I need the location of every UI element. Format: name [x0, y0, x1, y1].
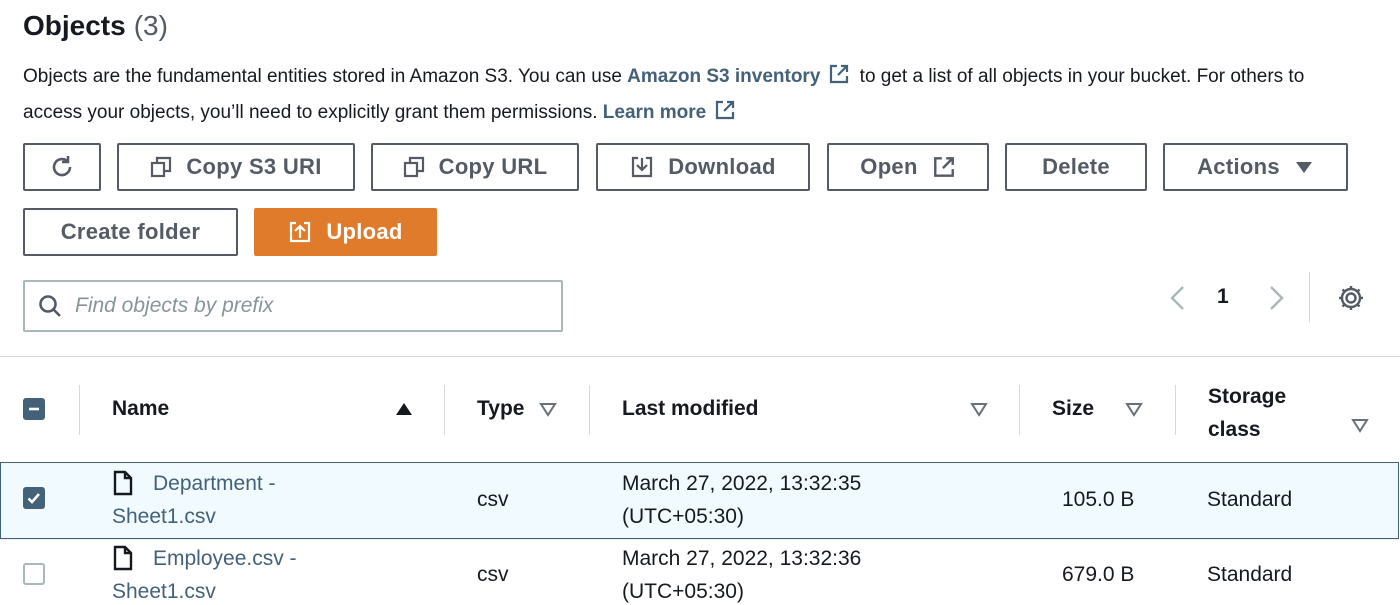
row-checkbox[interactable]	[23, 563, 45, 585]
column-divider	[1019, 385, 1020, 435]
object-last-modified: March 27, 2022, 13:32:36	[622, 547, 862, 570]
create-folder-button[interactable]: Create folder	[23, 208, 238, 256]
object-name-link[interactable]: Department -	[153, 467, 276, 500]
column-header-size[interactable]: Size	[1052, 397, 1094, 421]
actions-dropdown[interactable]: Actions	[1163, 143, 1348, 191]
copy-url-label: Copy URL	[438, 154, 548, 179]
caret-down-icon	[1294, 159, 1314, 175]
sort-icon[interactable]	[970, 401, 988, 417]
object-type: csv	[477, 488, 509, 511]
search-input[interactable]	[75, 294, 515, 318]
sort-icon[interactable]	[1351, 417, 1369, 433]
column-divider	[1175, 385, 1176, 435]
column-divider	[589, 385, 590, 435]
sort-icon[interactable]	[539, 401, 557, 417]
select-all-checkbox[interactable]	[23, 398, 45, 420]
description-text-1: Objects are the fundamental entities sto…	[23, 66, 622, 87]
object-storage-class: Standard	[1207, 563, 1293, 586]
actions-label: Actions	[1197, 154, 1280, 179]
copy-s3-uri-label: Copy S3 URI	[186, 154, 322, 179]
upload-label: Upload	[326, 219, 403, 244]
table-top-divider	[0, 356, 1400, 357]
sort-icon[interactable]	[1125, 401, 1143, 417]
download-icon	[630, 155, 654, 179]
copy-icon	[150, 156, 172, 178]
delete-label: Delete	[1042, 154, 1110, 179]
external-link-icon[interactable]	[714, 99, 736, 132]
object-count: (3)	[133, 10, 168, 41]
object-last-modified: March 27, 2022, 13:32:35	[622, 472, 862, 495]
external-link-icon[interactable]	[828, 63, 850, 96]
copy-icon	[403, 156, 425, 178]
download-button[interactable]: Download	[596, 143, 810, 191]
gear-icon[interactable]	[1336, 283, 1366, 313]
open-button[interactable]: Open	[827, 143, 989, 191]
refresh-icon	[48, 153, 76, 181]
upload-icon	[288, 220, 312, 244]
column-divider	[79, 385, 80, 435]
object-timezone: (UTC+05:30)	[622, 505, 744, 528]
file-icon	[112, 545, 134, 571]
storage-class-label-line1: Storage	[1208, 385, 1287, 408]
page-title: Objects	[23, 10, 126, 41]
object-size: 679.0 B	[1062, 563, 1135, 586]
copy-url-button[interactable]: Copy URL	[371, 143, 579, 191]
current-page[interactable]: 1	[1217, 285, 1229, 309]
object-size: 105.0 B	[1062, 488, 1135, 511]
object-name-link[interactable]: Employee.csv -	[153, 542, 297, 575]
download-label: Download	[668, 154, 776, 179]
object-storage-class: Standard	[1207, 488, 1293, 511]
column-divider	[444, 385, 445, 435]
row-divider	[0, 539, 1400, 540]
column-header-name[interactable]: Name	[112, 397, 169, 421]
next-page-icon[interactable]	[1265, 284, 1287, 312]
column-header-type[interactable]: Type	[477, 397, 524, 421]
upload-button[interactable]: Upload	[254, 208, 437, 256]
learn-more-link[interactable]: Learn more	[603, 102, 706, 123]
s3-inventory-link[interactable]: Amazon S3 inventory	[627, 66, 820, 87]
create-folder-label: Create folder	[60, 219, 201, 244]
objects-description: Objects are the fundamental entities sto…	[23, 60, 1363, 132]
object-name-link[interactable]: Sheet1.csv	[112, 575, 216, 605]
column-header-last-modified[interactable]: Last modified	[622, 397, 759, 421]
storage-class-label-line2: class	[1208, 418, 1261, 441]
objects-header: Objects (3)	[23, 10, 168, 46]
pagination-divider	[1309, 272, 1310, 322]
object-timezone: (UTC+05:30)	[622, 580, 744, 603]
search-box[interactable]	[23, 280, 563, 332]
row-checkbox[interactable]	[23, 487, 45, 509]
search-icon	[37, 293, 63, 319]
prev-page-icon[interactable]	[1167, 284, 1189, 312]
open-label: Open	[860, 154, 918, 179]
refresh-button[interactable]	[23, 143, 101, 191]
file-icon	[112, 470, 134, 496]
delete-button[interactable]: Delete	[1005, 143, 1147, 191]
object-name-link[interactable]: Sheet1.csv	[112, 500, 216, 533]
sort-ascending-icon[interactable]	[394, 401, 414, 417]
copy-s3-uri-button[interactable]: Copy S3 URI	[117, 143, 355, 191]
column-header-storage-class[interactable]: Storage class	[1208, 380, 1286, 446]
external-link-icon	[932, 155, 956, 179]
object-type: csv	[477, 563, 509, 586]
